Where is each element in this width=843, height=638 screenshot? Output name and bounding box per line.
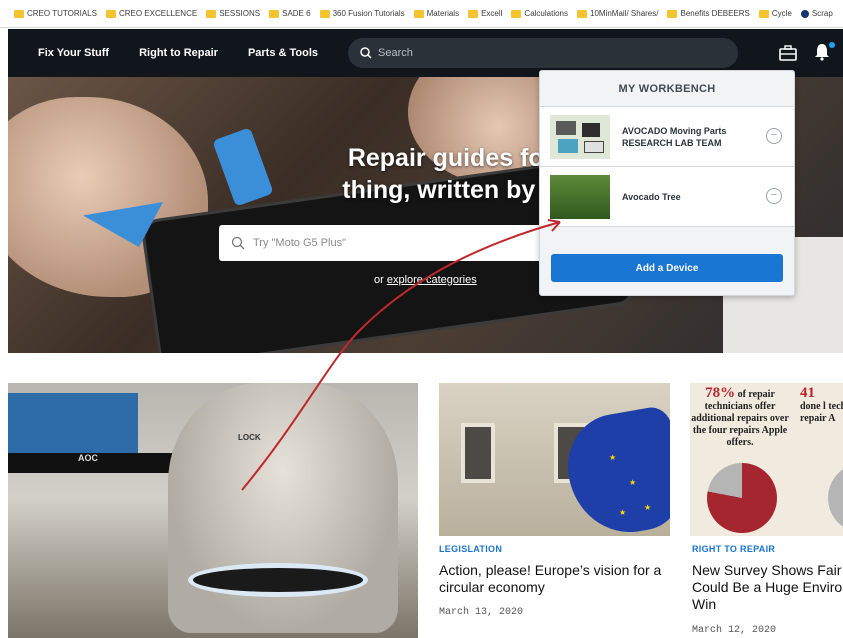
flag-star: ★: [609, 453, 617, 462]
folder-icon: [269, 9, 280, 18]
flag-star: ★: [644, 503, 652, 512]
nav-search-placeholder: Search: [378, 47, 413, 59]
building-window: [461, 423, 495, 483]
folder-icon: [577, 9, 587, 18]
workbench-item[interactable]: AVOCADO Moving Parts RESEARCH LAB TEAM −: [540, 107, 794, 167]
stat-2: 41 done l technic repair A: [800, 385, 843, 425]
folder-icon: [206, 9, 217, 18]
card-headline[interactable]: Action, please! Europe’s vision for a ci…: [439, 562, 674, 596]
search-icon: [360, 47, 372, 59]
monitor: AOC: [8, 453, 178, 473]
bookmark[interactable]: CREO EXCELLENCE: [105, 9, 197, 18]
folder-icon: [667, 9, 678, 18]
flag-star: ★: [619, 508, 627, 517]
bookmark[interactable]: SADE 6: [269, 9, 311, 18]
device-name: AVOCADO Moving Parts RESEARCH LAB TEAM: [622, 125, 727, 148]
folder-icon: [319, 9, 330, 18]
card-date: March 12, 2020: [692, 625, 777, 636]
bookmark[interactable]: Materials: [413, 9, 459, 18]
bookmark[interactable]: Benefits DEBEERS: [667, 9, 750, 18]
remove-icon[interactable]: −: [766, 128, 782, 144]
bookmark[interactable]: CREO TUTORIALS: [14, 9, 97, 18]
workbench-item[interactable]: Avocado Tree −: [540, 167, 794, 227]
pie-chart-2: [828, 463, 843, 533]
nav-fix-your-stuff[interactable]: Fix Your Stuff: [38, 47, 109, 59]
bookmarks-bar: CREO TUTORIALS CREO EXCELLENCE SESSIONS …: [0, 0, 843, 28]
pie-chart: [707, 463, 777, 533]
notification-badge: [829, 42, 835, 48]
bookmark[interactable]: Cycle: [758, 9, 792, 18]
folder-icon: [413, 9, 424, 18]
bookmark[interactable]: 10MinMail/ Shares/: [577, 9, 658, 18]
bookmark[interactable]: SESSIONS: [206, 9, 260, 18]
survey-infographic[interactable]: 78% of repair technicians offer addition…: [690, 383, 843, 536]
remove-icon[interactable]: −: [766, 188, 782, 204]
toolbox-icon[interactable]: [778, 43, 798, 63]
folder-icon: [468, 9, 479, 18]
hero-search-placeholder: Try "Moto G5 Plus": [253, 237, 346, 249]
folder-icon: [758, 9, 769, 18]
card-tag[interactable]: RIGHT TO REPAIR: [692, 544, 775, 554]
hero-search-input[interactable]: Try "Moto G5 Plus": [219, 225, 559, 261]
explore-categories-link[interactable]: explore categories: [387, 274, 477, 286]
eu-flag-photo[interactable]: ★ ★ ★ ★: [439, 383, 670, 536]
nav-search-input[interactable]: Search: [348, 38, 738, 68]
device-name: Avocado Tree: [622, 191, 681, 202]
add-device-button[interactable]: Add a Device: [551, 254, 783, 282]
card-headline[interactable]: New Survey Shows Fair Could Be a Huge En…: [692, 562, 843, 614]
folder-icon: [511, 9, 522, 18]
workbench-title: MY WORKBENCH: [540, 71, 794, 107]
bookmark[interactable]: Scrap: [800, 9, 833, 18]
nav-parts-tools[interactable]: Parts & Tools: [248, 47, 318, 59]
workbench-panel: MY WORKBENCH AVOCADO Moving Parts RESEAR…: [539, 70, 795, 296]
flag-star: ★: [629, 478, 637, 487]
bookmark[interactable]: 360 Fusion Tutorials: [319, 9, 405, 18]
lock-label: LOCK: [238, 433, 261, 442]
nav-right-to-repair[interactable]: Right to Repair: [139, 47, 218, 59]
hero-explore: or explore categories: [374, 274, 477, 286]
stat-1: 78% of repair technicians offer addition…: [691, 385, 789, 449]
notifications-icon[interactable]: [814, 42, 835, 63]
folder-icon: [14, 9, 24, 18]
microscope-photo[interactable]: AOC LOCK: [8, 383, 418, 638]
card-date: March 13, 2020: [439, 607, 524, 618]
globe-icon: [800, 9, 809, 18]
microscope-ring-light: [188, 563, 368, 597]
search-icon: [231, 236, 245, 250]
bookmark[interactable]: Calculations: [511, 9, 568, 18]
device-thumbnail: [550, 114, 610, 159]
bookmark[interactable]: Excell: [468, 9, 502, 18]
card-tag[interactable]: LEGISLATION: [439, 544, 502, 554]
device-thumbnail: [550, 174, 610, 219]
folder-icon: [105, 9, 116, 18]
